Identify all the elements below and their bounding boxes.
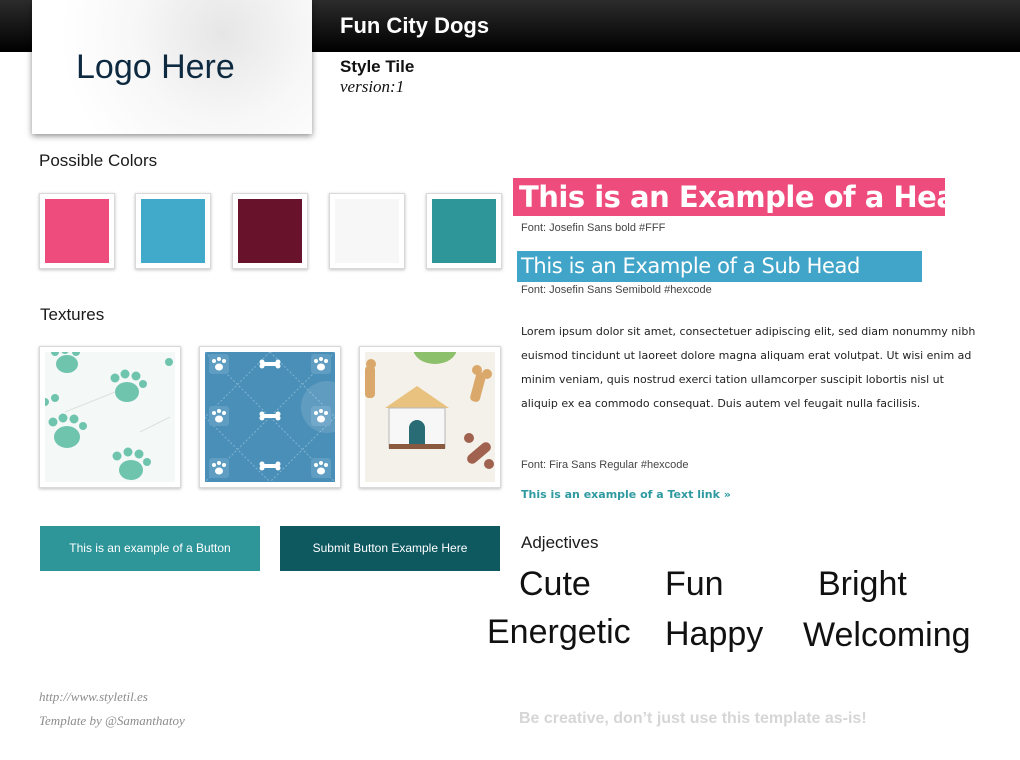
- body-text-sample: Lorem ipsum dolor sit amet, consectetuer…: [521, 325, 976, 410]
- subhead-font-note: Font: Josefin Sans Semibold #hexcode: [521, 284, 712, 296]
- swatch-fill: [335, 199, 399, 263]
- adjective-word: Energetic: [487, 613, 631, 651]
- text-link-example[interactable]: This is an example of a Text link »: [521, 488, 731, 501]
- texture-doghouse-bone: [359, 346, 501, 488]
- color-swatch-white: [329, 193, 405, 269]
- site-title: Fun City Dogs: [340, 13, 490, 38]
- adjective-word: Fun: [665, 565, 724, 603]
- color-swatch-blue: [135, 193, 211, 269]
- style-tile-label: Style Tile: [340, 57, 415, 76]
- logo-placeholder: Logo Here: [32, 0, 312, 134]
- submit-button[interactable]: Submit Button Example Here: [280, 526, 500, 571]
- header-example-text: This is an Example of a Header: [519, 180, 1009, 214]
- adjective-word: Bright: [818, 565, 907, 603]
- adjective-word: Cute: [519, 565, 591, 603]
- version-label: version:1: [340, 77, 405, 96]
- credit-author: Template by @Samanthatoy: [39, 713, 185, 728]
- footer-note: Be creative, don’t just use this templat…: [519, 710, 867, 727]
- subhead-example: This is an Example of a Sub Head: [517, 251, 922, 282]
- color-swatch-teal: [426, 193, 502, 269]
- textures-section-title: Textures: [40, 305, 105, 324]
- body-font-note: Font: Fira Sans Regular #hexcode: [521, 459, 689, 471]
- header-example: This is an Example of a Header: [513, 178, 1009, 216]
- logo-text: Logo Here: [76, 48, 235, 86]
- example-button[interactable]: This is an example of a Button: [40, 526, 260, 571]
- doghouse-bone-texture-icon: [365, 352, 495, 482]
- adjective-word: Welcoming: [803, 616, 971, 654]
- adjectives-section-title: Adjectives: [521, 533, 599, 552]
- color-swatch-pink: [39, 193, 115, 269]
- subhead-example-text: This is an Example of a Sub Head: [521, 254, 860, 278]
- color-swatch-maroon: [232, 193, 308, 269]
- swatch-fill: [45, 199, 109, 263]
- texture-paw-prints: [39, 346, 181, 488]
- colors-section-title: Possible Colors: [39, 151, 158, 170]
- swatch-fill: [432, 199, 496, 263]
- swatch-fill: [238, 199, 302, 263]
- credit-url: http://www.styletil.es: [39, 689, 148, 704]
- header-font-note: Font: Josefin Sans bold #FFF: [521, 222, 666, 234]
- paw-prints-texture-icon: [45, 352, 175, 482]
- texture-blue-paw-bone: [199, 346, 341, 488]
- blue-paw-bone-texture-icon: [205, 352, 335, 482]
- swatch-fill: [141, 199, 205, 263]
- adjective-word: Happy: [665, 615, 764, 653]
